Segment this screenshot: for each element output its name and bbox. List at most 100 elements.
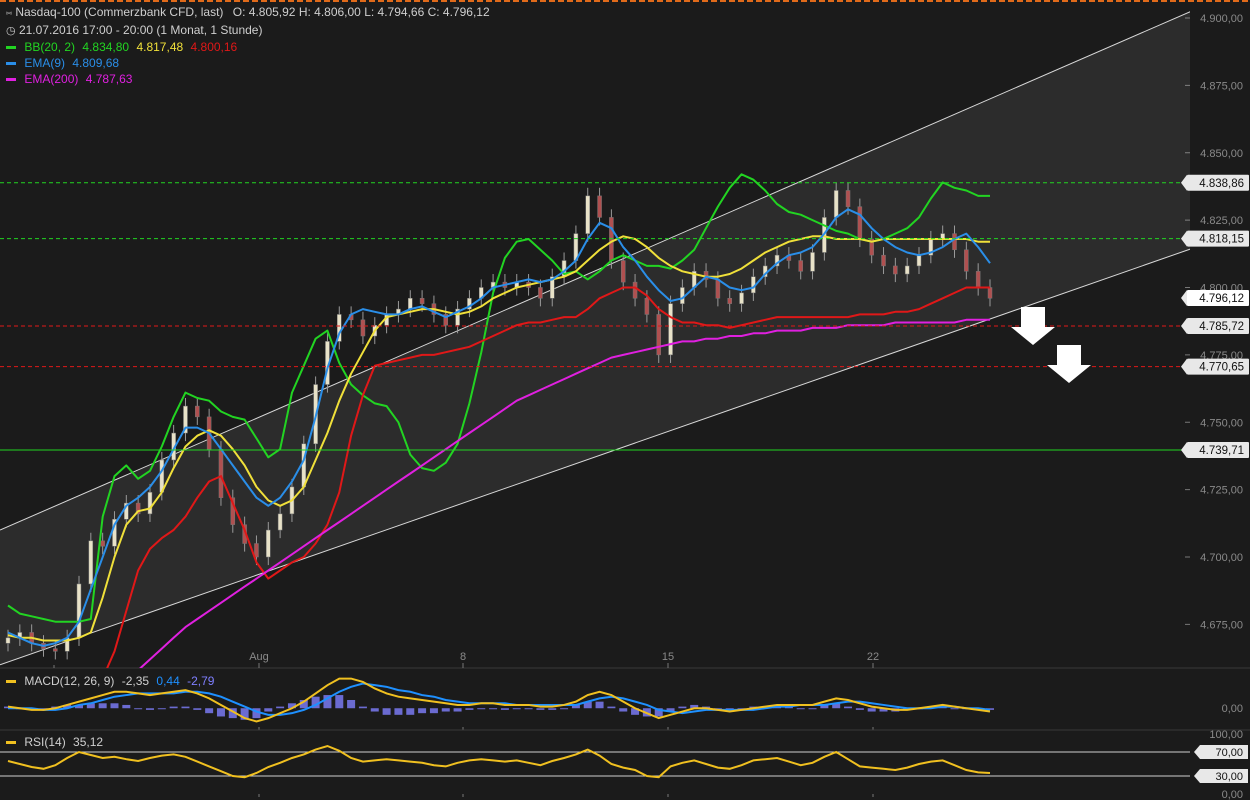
macd-histogram-bar [122, 704, 131, 709]
y-tick-label: 4.675,00 [1200, 619, 1243, 631]
ema9-label: EMA(9) [24, 56, 66, 70]
ema9-legend: EMA(9) 4.809,68 [6, 55, 490, 71]
candle-body [810, 252, 815, 272]
instrument-title: Nasdaq-100 (Commerzbank CFD, last) [15, 5, 224, 19]
macd-histogram-bar [950, 708, 959, 710]
macd-histogram-bar [370, 708, 379, 712]
price-label: 4.739,71 [1199, 445, 1244, 457]
candle-body [620, 260, 626, 283]
bb-lower-value: 4.800,16 [190, 40, 238, 54]
bb-mid-value: 4.817,48 [136, 40, 184, 54]
period-text: 21.07.2016 17:00 - 20:00 (1 Monat, 1 Stu… [18, 23, 263, 37]
macd-histogram-bar [98, 703, 107, 709]
macd-histogram-bar [619, 708, 628, 712]
macd-histogram-bar [489, 708, 498, 710]
candle-body [916, 254, 922, 267]
ema200-value: 4.787,63 [85, 72, 133, 86]
candle-body [53, 648, 58, 652]
candle-body [408, 298, 413, 310]
candle-body [585, 195, 590, 234]
macd-histogram-bar [512, 708, 521, 710]
macd-value-2: 0,44 [156, 674, 180, 688]
macd-histogram-bar [441, 708, 450, 712]
candle-body [76, 583, 82, 639]
macd-histogram-bar [134, 708, 143, 710]
rsi-tick-label: 100,00 [1209, 729, 1243, 741]
bb-legend: BB(20, 2) 4.834,80 4.817,48 4.800,16 [6, 39, 490, 55]
macd-histogram-bar [276, 706, 285, 709]
candle-body [952, 233, 957, 251]
y-tick-label: 4.725,00 [1200, 485, 1243, 497]
x-tick-label: 22 [867, 651, 879, 663]
macd-histogram-bar [394, 708, 403, 715]
candle-body [597, 195, 602, 218]
macd-histogram-bar [453, 708, 462, 712]
candle-body [987, 287, 993, 299]
candle-body [254, 543, 259, 558]
candle-body [277, 513, 283, 531]
macd-histogram-bar [157, 708, 166, 710]
macd-histogram-bar [500, 708, 509, 710]
candle-body [893, 265, 898, 275]
macd-histogram-bar [169, 706, 178, 709]
price-label: 4.770,65 [1199, 362, 1244, 374]
macd-value-3: -2,79 [187, 674, 215, 688]
candle-body [644, 298, 650, 315]
macd-histogram-bar [264, 708, 273, 712]
price-label: 4.796,12 [1199, 293, 1244, 305]
chart-icon: ⑅ [6, 8, 12, 19]
macd-histogram-bar [145, 708, 154, 710]
candle-body [798, 260, 803, 272]
candle-body [904, 265, 910, 275]
bb-upper-value: 4.834,80 [82, 40, 130, 54]
rsi-tick-label: 30,00 [1215, 771, 1243, 783]
x-tick-label: 15 [662, 651, 674, 663]
x-tick-label: Aug [249, 651, 269, 663]
candle-body [632, 281, 638, 299]
macd-histogram-bar [418, 708, 427, 714]
x-tick-label: 8 [460, 651, 466, 663]
macd-histogram-bar [855, 708, 864, 710]
chart-legend: ⑅ Nasdaq-100 (Commerzbank CFD, last) O: … [6, 4, 490, 87]
macd-histogram-bar [347, 700, 356, 709]
macd-histogram-bar [477, 708, 486, 710]
ema9-value: 4.809,68 [72, 56, 120, 70]
macd-histogram-bar [335, 695, 344, 709]
candle-body [857, 206, 863, 240]
macd-histogram-bar [560, 708, 569, 710]
candle-body [360, 319, 366, 337]
y-tick-label: 4.700,00 [1200, 552, 1243, 564]
candle-body [727, 298, 732, 304]
bb-label: BB(20, 2) [24, 40, 76, 54]
macd-value-1: -2,35 [121, 674, 150, 688]
macd-histogram-bar [867, 708, 876, 712]
candle-body [100, 540, 105, 547]
y-tick-label: 4.850,00 [1200, 148, 1243, 160]
macd-histogram-bar [193, 708, 202, 710]
candle-body [147, 492, 153, 515]
macd-histogram-bar [181, 706, 190, 709]
rsi-legend: RSI(14) 35,12 [6, 735, 103, 749]
candle-body [5, 637, 11, 644]
candle-body [881, 254, 886, 267]
candle-body [715, 279, 721, 299]
ohlc-values: O: 4.805,92 H: 4.806,00 L: 4.794,66 C: 4… [232, 5, 490, 19]
price-label: 4.818,15 [1199, 234, 1244, 246]
title-row: ⑅ Nasdaq-100 (Commerzbank CFD, last) O: … [6, 4, 490, 22]
candle-body [266, 529, 271, 558]
y-tick-label: 4.875,00 [1200, 80, 1243, 92]
period-row: ◷ 21.07.2016 17:00 - 20:00 (1 Monat, 1 S… [6, 22, 490, 39]
macd-swatch [6, 680, 16, 684]
rsi-swatch [6, 741, 16, 745]
candle-body [218, 448, 224, 498]
candle-body [656, 314, 661, 356]
macd-histogram-bar [536, 708, 545, 710]
macd-histogram-bar [595, 701, 604, 709]
candle-body [419, 298, 425, 304]
bb-swatch [6, 46, 16, 50]
macd-zero-label: 0,00 [1222, 703, 1243, 715]
macd-histogram-bar [406, 708, 415, 715]
macd-histogram-bar [465, 708, 474, 710]
macd-legend: MACD(12, 26, 9) -2,35 0,44 -2,79 [6, 674, 214, 688]
macd-histogram-bar [205, 708, 214, 714]
